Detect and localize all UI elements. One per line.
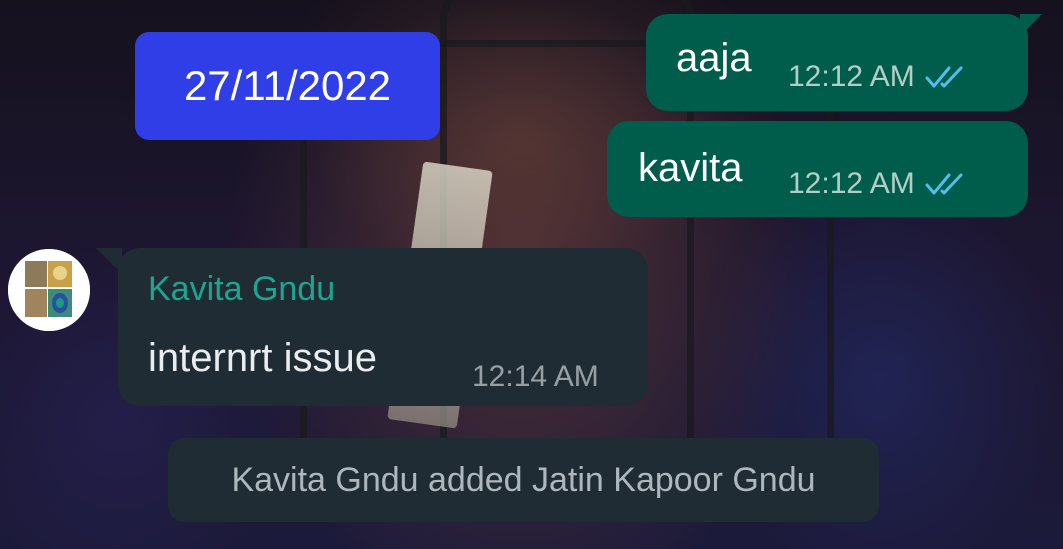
outgoing-message-bubble[interactable]: kavita 12:12 AM bbox=[607, 121, 1028, 217]
bubble-tail bbox=[96, 248, 122, 274]
sender-avatar[interactable] bbox=[8, 249, 90, 331]
double-check-icon bbox=[925, 66, 963, 88]
message-meta: 12:12 AM bbox=[788, 167, 971, 201]
message-text: internrt issue bbox=[148, 336, 377, 380]
outgoing-message-bubble[interactable]: aaja 12:12 AM bbox=[646, 14, 1042, 111]
system-message-text: Kavita Gndu added Jatin Kapoor Gndu bbox=[231, 460, 816, 499]
bubble-tail bbox=[1020, 14, 1042, 36]
message-time: 12:14 AM bbox=[472, 360, 599, 393]
sender-name[interactable]: Kavita Gndu bbox=[148, 270, 335, 309]
message-text: aaja bbox=[676, 36, 752, 80]
incoming-message-bubble[interactable]: Kavita Gndu internrt issue 12:14 AM bbox=[96, 248, 648, 406]
date-separator-text: 27/11/2022 bbox=[183, 62, 392, 109]
message-text: kavita bbox=[638, 146, 743, 190]
message-meta: 12:12 AM bbox=[788, 60, 971, 94]
double-check-icon bbox=[925, 173, 963, 195]
system-message: Kavita Gndu added Jatin Kapoor Gndu bbox=[168, 438, 879, 522]
avatar-collage-icon bbox=[8, 249, 90, 331]
message-time: 12:12 AM bbox=[788, 60, 915, 93]
date-separator-badge: 27/11/2022 bbox=[135, 32, 440, 140]
message-time: 12:12 AM bbox=[788, 167, 915, 200]
